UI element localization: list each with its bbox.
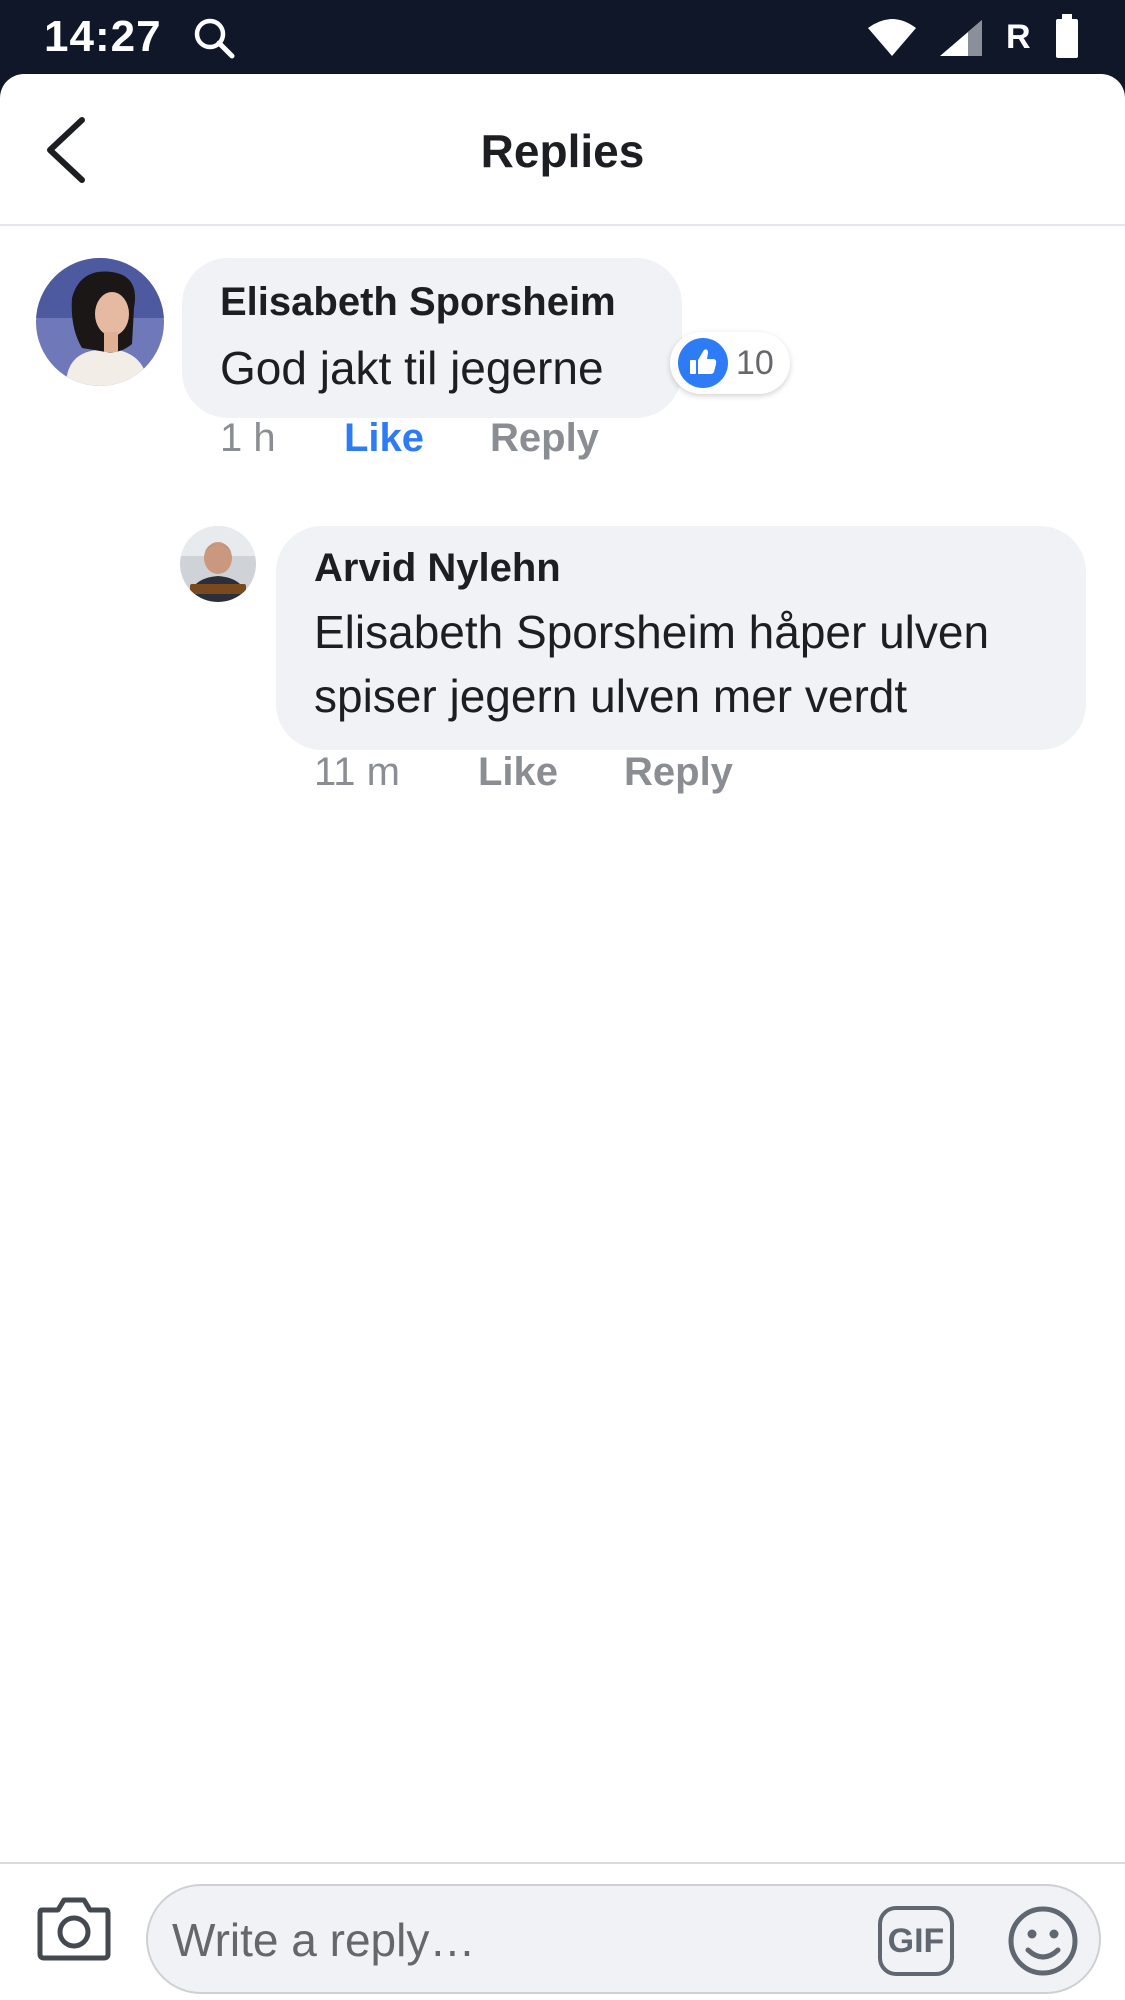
reply-input[interactable] [172,1904,852,1976]
avatar[interactable] [36,258,164,386]
camera-icon[interactable] [36,1892,112,1962]
replies-screen: Replies Elisabeth Sporsheim God jakt til… [0,74,1125,2000]
page-title: Replies [480,125,645,177]
comment-time: 11 m [314,750,400,794]
reaction-count: 10 [736,344,774,382]
comment-bubble[interactable]: Elisabeth Sporsheim God jakt til jegerne [182,258,682,418]
roaming-indicator: R [1006,18,1031,56]
comment-text-line: spiser jegern ulven mer verdt [314,670,908,722]
header: Replies [0,74,1125,226]
comment-text: God jakt til jegerne [220,342,604,394]
comment-author[interactable]: Elisabeth Sporsheim [220,280,616,325]
reply-input-container: GIF [146,1884,1101,1994]
comment-time: 1 h [220,416,276,460]
emoji-icon[interactable] [1006,1904,1080,1978]
status-bar: 14:27 R [0,0,1125,76]
reply-button[interactable]: Reply [490,416,599,461]
profile-photo [36,258,164,386]
comment-author[interactable]: Arvid Nylehn [314,546,561,591]
reply-composer: GIF [0,1862,1125,2000]
comment-bubble[interactable]: Arvid Nylehn Elisabeth Sporsheim håper u… [276,526,1086,750]
battery-icon [1056,14,1078,58]
profile-photo [180,526,256,602]
reaction-count-badge[interactable]: 10 [670,332,790,394]
gif-button[interactable]: GIF [878,1906,954,1976]
avatar[interactable] [180,526,256,602]
like-reaction-icon [678,338,728,388]
comment-text-line: Elisabeth Sporsheim håper ulven [314,606,990,658]
signal-icon [940,20,982,56]
status-time: 14:27 [44,12,162,61]
reply-button[interactable]: Reply [624,750,733,795]
search-icon [194,18,235,59]
wifi-icon [868,19,916,56]
like-button[interactable]: Like [478,750,558,795]
like-button[interactable]: Like [344,416,424,461]
